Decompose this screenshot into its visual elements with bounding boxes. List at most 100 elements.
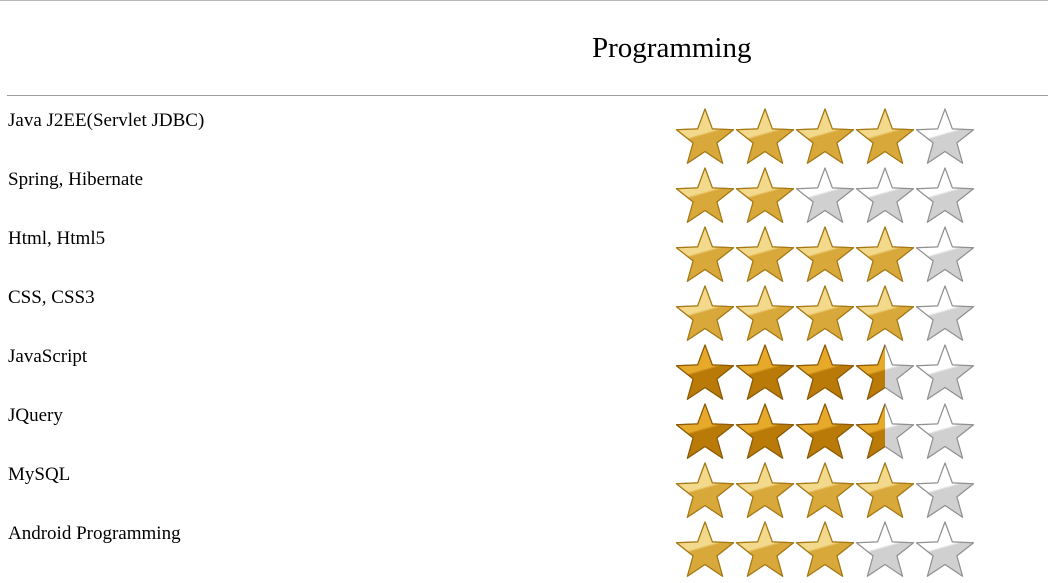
skill-name: JQuery (8, 405, 63, 426)
star-full-icon (734, 521, 796, 579)
star-graphic (675, 285, 735, 341)
star-full-icon (734, 167, 796, 225)
skill-row: Html, Html5 (0, 219, 1048, 282)
star-empty-icon (854, 521, 916, 579)
star-full-icon (674, 285, 736, 343)
star-graphic (795, 403, 855, 459)
star-graphic (735, 462, 795, 518)
skill-row: Spring, Hibernate (0, 160, 1048, 223)
star-full-icon (854, 462, 916, 520)
star-full-icon (794, 285, 856, 343)
star-graphic (675, 462, 735, 518)
star-graphic (795, 108, 855, 164)
star-rating (674, 167, 976, 225)
star-full-icon (674, 521, 736, 579)
star-graphic (795, 285, 855, 341)
star-graphic (735, 108, 795, 164)
star-graphic (915, 285, 975, 341)
section-title: Programming (592, 32, 752, 64)
star-full-icon (674, 403, 736, 461)
skill-name: Java J2EE(Servlet JDBC) (8, 110, 205, 131)
skill-name: JavaScript (8, 346, 88, 367)
skill-row: JavaScript (0, 337, 1048, 400)
star-full-icon (674, 226, 736, 284)
star-full-icon (734, 462, 796, 520)
star-full-icon (854, 226, 916, 284)
star-empty-icon (914, 226, 976, 284)
star-rating (674, 462, 976, 520)
star-rating (674, 108, 976, 166)
star-empty-icon (794, 167, 856, 225)
star-graphic (915, 344, 975, 400)
star-full-icon (734, 108, 796, 166)
star-graphic (675, 108, 735, 164)
star-graphic (855, 403, 915, 459)
star-graphic (795, 167, 855, 223)
star-graphic (735, 403, 795, 459)
star-graphic (735, 226, 795, 282)
star-full-icon (854, 285, 916, 343)
star-graphic (915, 167, 975, 223)
star-graphic (675, 403, 735, 459)
skill-row: Java J2EE(Servlet JDBC) (0, 101, 1048, 164)
star-full-icon (734, 285, 796, 343)
star-full-icon (734, 344, 796, 402)
star-full-icon (794, 108, 856, 166)
star-full-icon (674, 344, 736, 402)
skill-row: Android Programming (0, 514, 1048, 577)
star-full-icon (794, 344, 856, 402)
star-graphic (735, 521, 795, 577)
star-graphic (675, 521, 735, 577)
star-full-icon (854, 108, 916, 166)
top-divider (0, 0, 1048, 1)
star-rating (674, 226, 976, 284)
star-graphic (675, 226, 735, 282)
star-graphic (915, 521, 975, 577)
star-rating (674, 344, 976, 402)
star-empty-icon (914, 403, 976, 461)
skill-name: Spring, Hibernate (8, 169, 144, 190)
star-graphic (915, 226, 975, 282)
skill-name: MySQL (8, 464, 71, 485)
star-empty-icon (914, 285, 976, 343)
star-graphic (735, 344, 795, 400)
star-full-icon (794, 226, 856, 284)
star-graphic (855, 167, 915, 223)
star-graphic (855, 285, 915, 341)
star-empty-icon (914, 462, 976, 520)
header-divider (7, 95, 1048, 96)
star-rating (674, 521, 976, 579)
star-rating (674, 285, 976, 343)
star-full-icon (794, 403, 856, 461)
star-full-icon (674, 462, 736, 520)
star-graphic (855, 108, 915, 164)
skill-row: CSS, CSS3 (0, 278, 1048, 341)
star-full-icon (794, 521, 856, 579)
star-full-icon (734, 403, 796, 461)
star-empty-icon (914, 521, 976, 579)
star-graphic (795, 344, 855, 400)
star-empty-icon (914, 344, 976, 402)
star-full-icon (674, 167, 736, 225)
star-graphic (795, 462, 855, 518)
star-graphic (915, 108, 975, 164)
skill-row: MySQL (0, 455, 1048, 518)
skill-name: Html, Html5 (8, 228, 106, 249)
skill-name: CSS, CSS3 (8, 287, 95, 308)
star-rating (674, 403, 976, 461)
star-full-icon (794, 462, 856, 520)
star-graphic (855, 521, 915, 577)
star-full-icon (674, 108, 736, 166)
star-graphic (855, 344, 915, 400)
star-full-icon (734, 226, 796, 284)
star-graphic (915, 403, 975, 459)
star-graphic (675, 344, 735, 400)
star-empty-icon (914, 167, 976, 225)
star-graphic (915, 462, 975, 518)
star-half-icon (854, 344, 916, 402)
star-empty-icon (914, 108, 976, 166)
star-empty-icon (854, 167, 916, 225)
skill-name: Android Programming (8, 523, 181, 544)
skill-row: JQuery (0, 396, 1048, 459)
star-half-icon (854, 403, 916, 461)
